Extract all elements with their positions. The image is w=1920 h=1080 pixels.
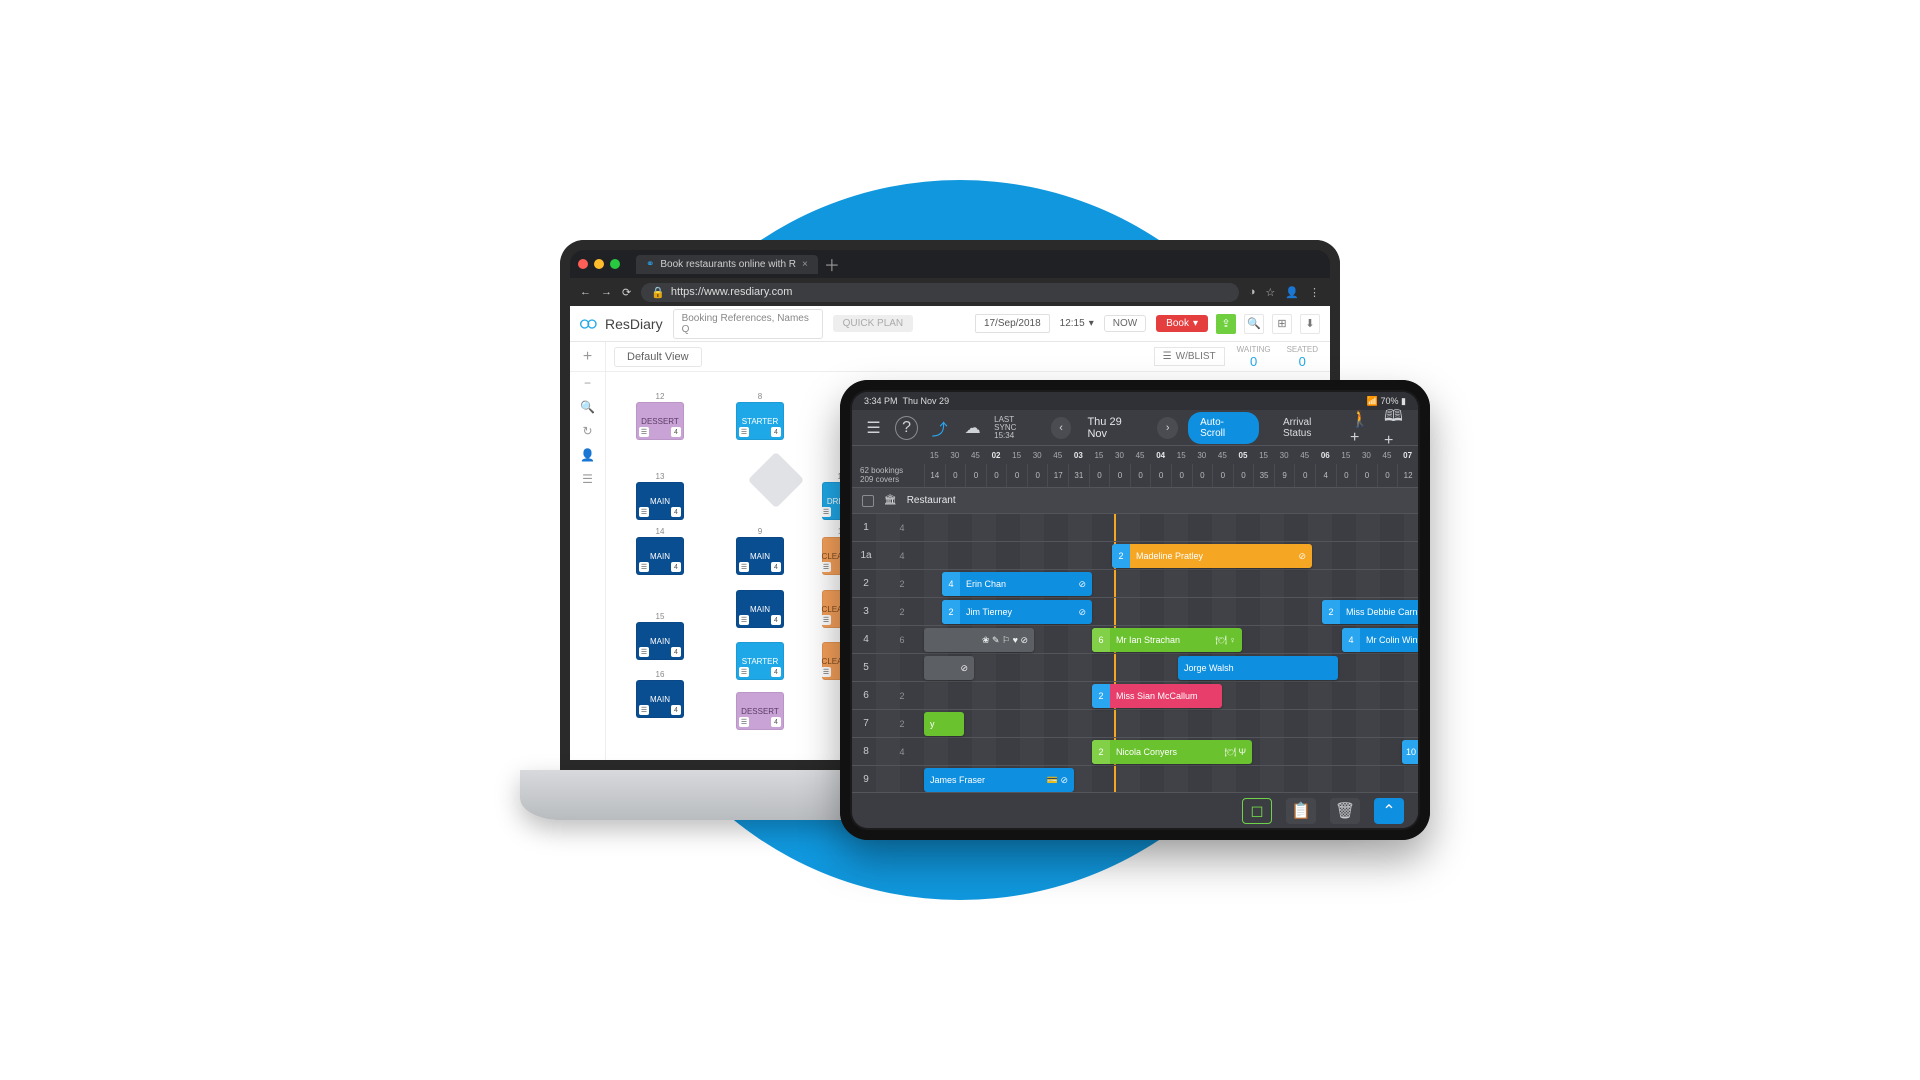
- grid-icon[interactable]: ⊞: [1272, 314, 1292, 334]
- quick-plan-button[interactable]: QUICK PLAN: [833, 315, 914, 332]
- table-starter[interactable]: STARTER☰4: [736, 642, 784, 680]
- table-dessert[interactable]: DESSERT☰4: [736, 692, 784, 730]
- timeline-row[interactable]: 14: [852, 514, 1418, 542]
- arrival-status-button[interactable]: Arrival Status: [1283, 417, 1340, 439]
- person-icon[interactable]: 👤: [580, 448, 595, 462]
- timeline-row[interactable]: 22: [852, 570, 1418, 598]
- booking-block[interactable]: 4Mr Colin Winnin: [1342, 628, 1418, 652]
- search-input[interactable]: Booking References, Names Q: [673, 309, 823, 339]
- booking-block[interactable]: Jorge Walsh: [1178, 656, 1338, 680]
- booking-block[interactable]: y: [924, 712, 964, 736]
- booking-block[interactable]: 10: [1402, 740, 1418, 764]
- status-square-icon[interactable]: ◻: [1242, 798, 1272, 824]
- section-header[interactable]: 🏛 Restaurant: [852, 488, 1418, 514]
- book-button[interactable]: Book▾: [1156, 315, 1208, 332]
- auto-scroll-button[interactable]: Auto-Scroll: [1188, 412, 1259, 444]
- list-icon[interactable]: ☰: [582, 472, 593, 486]
- now-button[interactable]: NOW: [1104, 315, 1146, 332]
- wblist-button[interactable]: ☰W/BLIST: [1154, 347, 1225, 366]
- booking-block[interactable]: 2Jim Tierney⊘: [942, 600, 1092, 624]
- last-sync: LAST SYNC 15:34: [994, 416, 1037, 440]
- table-main[interactable]: MAIN☰4: [736, 590, 784, 628]
- walk-in-icon[interactable]: 🚶+: [1350, 416, 1374, 440]
- menu-icon[interactable]: ⋮: [1309, 286, 1320, 299]
- date-picker[interactable]: 17/Sep/2018: [975, 314, 1050, 333]
- table-main[interactable]: 15MAIN☰4: [636, 622, 684, 660]
- booking-block[interactable]: 6Mr Ian Strachan🍽 ♀: [1092, 628, 1242, 652]
- search-icon[interactable]: 🔍: [1244, 314, 1264, 334]
- star-icon[interactable]: ☆: [1265, 286, 1275, 299]
- booking-block[interactable]: ⊘: [924, 656, 974, 680]
- help-icon[interactable]: ?: [895, 416, 918, 440]
- table-diamond[interactable]: [748, 452, 805, 509]
- table-main[interactable]: 16MAIN☰4: [636, 680, 684, 718]
- checkbox[interactable]: [862, 495, 874, 507]
- ios-status-bar: 3:34 PM Thu Nov 29 📶 70% ▮: [852, 392, 1418, 410]
- menu-icon[interactable]: ☰: [862, 416, 885, 440]
- browser-tabbar: ⚭ Book restaurants online with R × ＋: [570, 250, 1330, 278]
- booking-block[interactable]: 2Nicola Conyers🍽 Ψ: [1092, 740, 1252, 764]
- lock-icon: 🔒: [651, 286, 665, 299]
- app-header: ResDiary Booking References, Names Q QUI…: [570, 306, 1330, 342]
- view-tab[interactable]: Default View: [614, 347, 702, 367]
- cloud-icon: ☁: [961, 416, 984, 440]
- browser-toolbar: ← → ⟳ 🔒 https://www.resdiary.com ◑ ☆ 👤 ⋮: [570, 278, 1330, 306]
- search-tool-icon[interactable]: 🔍: [580, 400, 595, 414]
- prev-day-button[interactable]: ‹: [1051, 417, 1072, 439]
- resdiary-logo[interactable]: ResDiary: [580, 316, 663, 332]
- booking-block[interactable]: 4Erin Chan⊘: [942, 572, 1092, 596]
- clipboard-icon[interactable]: 📋: [1286, 798, 1316, 824]
- booking-block[interactable]: ❀ ✎ ⚐ ♥ ⊘: [924, 628, 1034, 652]
- address-bar[interactable]: 🔒 https://www.resdiary.com: [641, 283, 1239, 302]
- next-day-button[interactable]: ›: [1157, 417, 1178, 439]
- profile-icon[interactable]: 👤: [1285, 286, 1299, 299]
- tablet-footer: ◻ 📋 🗑 ⌃: [852, 792, 1418, 828]
- trash-icon[interactable]: 🗑: [1330, 798, 1360, 824]
- area-icon: 🏛: [884, 495, 897, 506]
- tablet-header: ☰ ? ⤴ ☁ LAST SYNC 15:34 ‹ Thu 29 Nov › A…: [852, 410, 1418, 446]
- booking-block[interactable]: 2Miss Sian McCallum: [1092, 684, 1222, 708]
- table-starter[interactable]: 8STARTER☰4: [736, 402, 784, 440]
- table-dessert[interactable]: 12DESSERT☰4: [636, 402, 684, 440]
- download-icon[interactable]: ⬇: [1300, 314, 1320, 334]
- new-tab-icon[interactable]: ＋: [824, 252, 840, 276]
- tablet-screen: 3:34 PM Thu Nov 29 📶 70% ▮ ☰ ? ⤴ ☁ LAST …: [852, 392, 1418, 828]
- minus-icon[interactable]: −: [584, 376, 591, 390]
- left-rail: − 🔍 ↻ 👤 ☰: [570, 372, 606, 760]
- booking-block[interactable]: James Fraser💳 ⊘: [924, 768, 1074, 792]
- app-subheader: + Default View ☰W/BLIST WAITING0 SEATED0: [570, 342, 1330, 372]
- wifi-icon: 📶: [1367, 396, 1378, 406]
- expand-icon[interactable]: ⌃: [1374, 798, 1404, 824]
- extension-icon[interactable]: ◑: [1249, 286, 1256, 299]
- count-row: 62 bookings 209 covers 14000001731000000…: [852, 464, 1418, 488]
- close-window-icon[interactable]: [578, 259, 588, 269]
- forward-icon[interactable]: →: [601, 286, 612, 298]
- time-scale: 1530450215304503153045041530450515304506…: [852, 446, 1418, 464]
- back-icon[interactable]: ←: [580, 286, 591, 298]
- battery-icon: ▮: [1401, 396, 1406, 406]
- window-controls: [578, 259, 620, 269]
- close-tab-icon[interactable]: ×: [802, 259, 808, 270]
- date-label[interactable]: Thu 29 Nov: [1077, 416, 1151, 440]
- browser-tab[interactable]: ⚭ Book restaurants online with R ×: [636, 255, 818, 274]
- tab-title: Book restaurants online with R: [660, 259, 796, 270]
- stats: WAITING0 SEATED0: [1237, 345, 1318, 369]
- booking-block[interactable]: 2Madeline Pratley⊘: [1112, 544, 1312, 568]
- tablet-device: 3:34 PM Thu Nov 29 📶 70% ▮ ☰ ? ⤴ ☁ LAST …: [840, 380, 1430, 840]
- maximize-window-icon[interactable]: [610, 259, 620, 269]
- share-icon[interactable]: ⤴: [928, 416, 951, 440]
- refresh-icon[interactable]: ↻: [582, 424, 592, 438]
- timeline-grid[interactable]: DRAG 141a422324656272849102Madeline Prat…: [852, 514, 1418, 792]
- walk-in-button[interactable]: ⇪: [1216, 314, 1236, 334]
- table-main[interactable]: 13MAIN☰4: [636, 482, 684, 520]
- booking-block[interactable]: 2Miss Debbie Carnie: [1322, 600, 1418, 624]
- table-main[interactable]: 14MAIN☰4: [636, 537, 684, 575]
- book-icon[interactable]: 🕮+: [1384, 416, 1408, 440]
- chevron-down-icon: ▾: [1089, 318, 1094, 329]
- add-icon[interactable]: +: [570, 342, 606, 371]
- table-main[interactable]: 9MAIN☰4: [736, 537, 784, 575]
- time-dropdown[interactable]: 12:15▾: [1060, 318, 1094, 329]
- minimize-window-icon[interactable]: [594, 259, 604, 269]
- reload-icon[interactable]: ⟳: [622, 286, 631, 299]
